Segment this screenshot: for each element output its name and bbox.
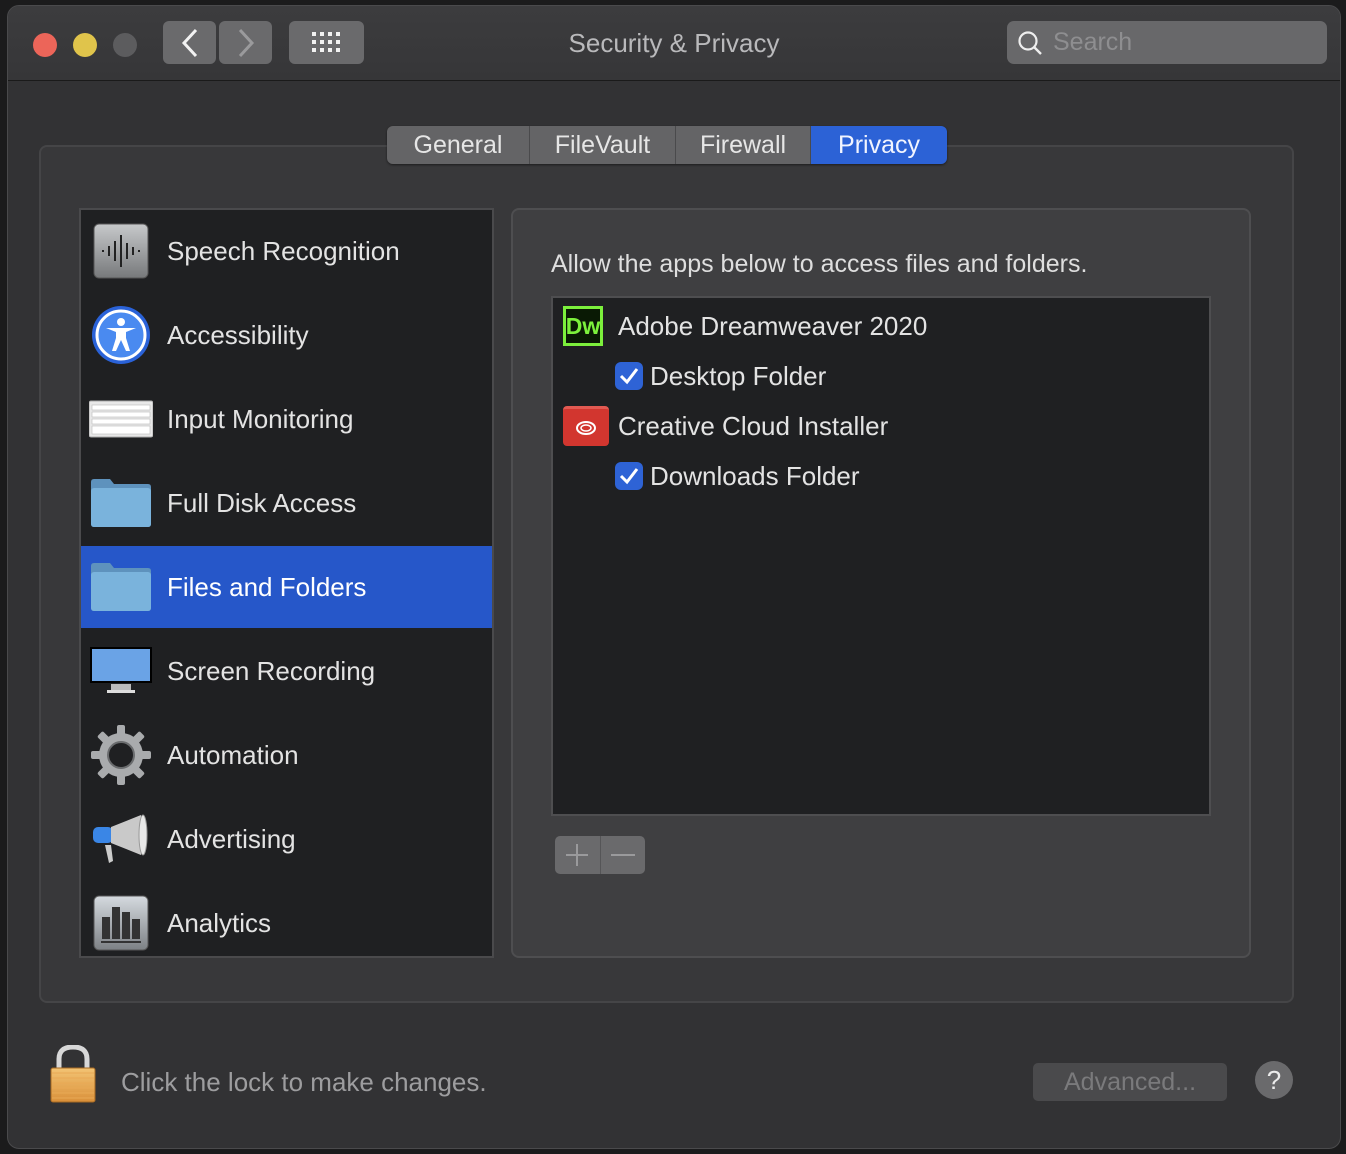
folder-icon: [89, 471, 153, 535]
files-and-folders-panel: Allow the apps below to access files and…: [511, 208, 1251, 958]
back-button[interactable]: [163, 21, 216, 64]
desktop-folder-checkbox[interactable]: [615, 362, 643, 390]
search-icon: [1018, 30, 1042, 55]
app-name: Adobe Dreamweaver 2020: [618, 310, 928, 341]
app-row-creative-cloud-installer[interactable]: Creative Cloud Installer: [553, 402, 1209, 450]
chevron-right-icon: [238, 28, 254, 57]
folder-permission-row[interactable]: Desktop Folder: [553, 352, 1209, 400]
grid-icon: [311, 31, 340, 52]
add-app-button[interactable]: [555, 836, 600, 874]
lock-button[interactable]: [49, 1044, 97, 1103]
tab-general[interactable]: General: [387, 126, 530, 164]
creative-cloud-icon: [563, 406, 609, 446]
tab-privacy[interactable]: Privacy: [811, 126, 947, 164]
sidebar-item-automation[interactable]: Automation: [81, 714, 492, 796]
advanced-button[interactable]: Advanced...: [1033, 1063, 1227, 1101]
sidebar-item-screen-recording[interactable]: Screen Recording: [81, 630, 492, 712]
sidebar-item-files-and-folders[interactable]: Files and Folders: [81, 546, 492, 628]
gear-icon: [89, 723, 153, 787]
sidebar-item-label: Files and Folders: [167, 571, 367, 602]
sidebar-item-label: Automation: [167, 739, 299, 770]
display-icon: [89, 639, 153, 703]
sidebar-item-advertising[interactable]: Advertising: [81, 798, 492, 880]
folder-label: Desktop Folder: [650, 360, 827, 391]
sidebar-item-label: Accessibility: [167, 319, 309, 350]
keyboard-icon: [89, 387, 153, 451]
sidebar-item-label: Input Monitoring: [167, 403, 354, 434]
add-remove-control: [555, 836, 645, 874]
privacy-category-list: Speech Recognition Accessibility Input M…: [79, 208, 494, 958]
sidebar-item-full-disk-access[interactable]: Full Disk Access: [81, 462, 492, 544]
sidebar-item-label: Full Disk Access: [167, 487, 357, 518]
app-name: Creative Cloud Installer: [618, 410, 889, 441]
close-window-button[interactable]: [33, 33, 57, 57]
app-row-dreamweaver[interactable]: Dw Adobe Dreamweaver 2020: [553, 302, 1209, 350]
panel-description: Allow the apps below to access files and…: [551, 250, 1088, 278]
checkmark-icon: [619, 468, 639, 485]
folder-permission-row[interactable]: Downloads Folder: [553, 452, 1209, 500]
bar-chart-icon: [89, 891, 153, 955]
sidebar-item-label: Advertising: [167, 823, 296, 854]
sidebar-item-input-monitoring[interactable]: Input Monitoring: [81, 378, 492, 460]
accessibility-icon: [89, 303, 153, 367]
tab-firewall[interactable]: Firewall: [676, 126, 811, 164]
padlock-icon: [50, 1044, 96, 1103]
tab-bar: General FileVault Firewall Privacy: [387, 126, 947, 164]
lock-status-text: Click the lock to make changes.: [121, 1067, 487, 1097]
sidebar-item-analytics[interactable]: Analytics: [81, 882, 492, 956]
folder-icon: [89, 555, 153, 619]
sidebar-item-label: Analytics: [167, 907, 272, 938]
plus-icon: [566, 844, 589, 866]
zoom-window-button[interactable]: [113, 33, 137, 57]
checkmark-icon: [619, 368, 639, 385]
show-all-button[interactable]: [289, 21, 364, 64]
sidebar-item-accessibility[interactable]: Accessibility: [81, 294, 492, 376]
app-access-list: Dw Adobe Dreamweaver 2020 Desktop Folder…: [551, 296, 1211, 816]
help-button[interactable]: ?: [1255, 1061, 1293, 1099]
search-field[interactable]: [1007, 21, 1327, 64]
forward-button[interactable]: [219, 21, 272, 64]
sidebar-item-speech-recognition[interactable]: Speech Recognition: [81, 210, 492, 292]
remove-app-button[interactable]: [601, 836, 646, 874]
downloads-folder-checkbox[interactable]: [615, 462, 643, 490]
folder-label: Downloads Folder: [650, 460, 860, 491]
minus-icon: [610, 854, 635, 856]
sidebar-item-label: Screen Recording: [167, 655, 376, 686]
megaphone-icon: [89, 807, 153, 871]
dreamweaver-icon: Dw: [563, 306, 603, 346]
sidebar-item-label: Speech Recognition: [167, 235, 400, 266]
tab-filevault[interactable]: FileVault: [530, 126, 676, 164]
chevron-left-icon: [181, 28, 197, 57]
minimize-window-button[interactable]: [73, 33, 97, 57]
speech-waveform-icon: [89, 219, 153, 283]
title-bar: Security & Privacy: [8, 6, 1340, 81]
search-input[interactable]: [1051, 27, 1315, 58]
